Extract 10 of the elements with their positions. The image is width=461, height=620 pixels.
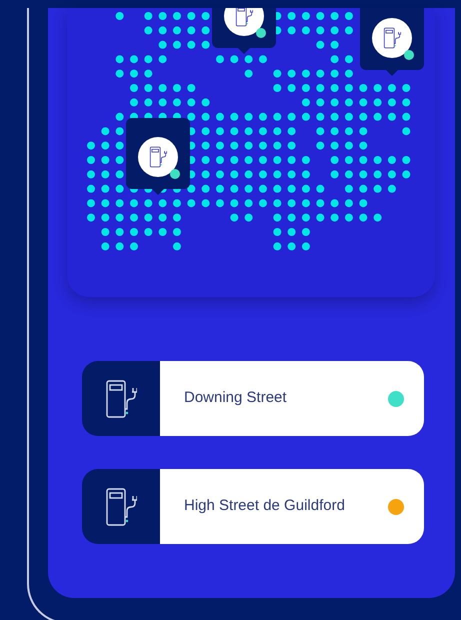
location-name: High Street de Guildford [184,496,346,516]
charger-icon [105,486,137,526]
map-pin[interactable] [360,8,424,76]
map-pin[interactable] [212,8,276,54]
map-pin[interactable] [126,118,190,195]
charger-icon [105,378,137,418]
charger-icon [235,8,253,27]
location-name: Downing Street [184,388,288,408]
charger-icon [383,27,401,49]
charger-icon [149,146,167,168]
